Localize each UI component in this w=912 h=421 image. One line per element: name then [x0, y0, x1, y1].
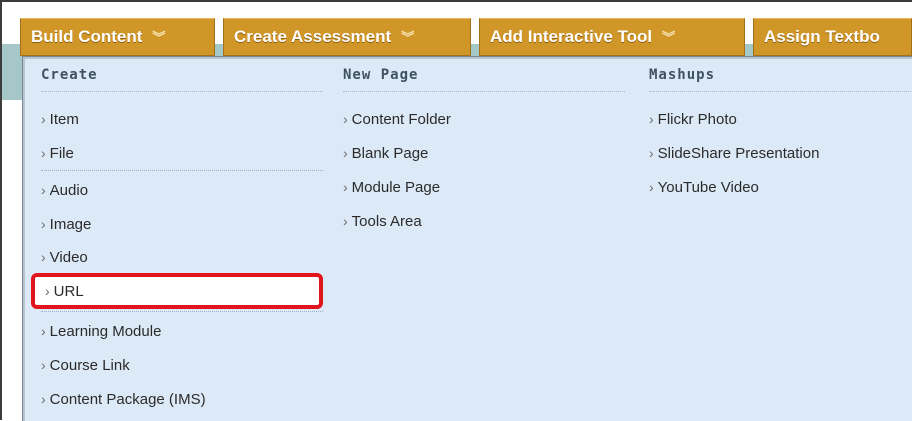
- content-toolbar: Build Content ︾ Create Assessment ︾ Add …: [20, 18, 912, 56]
- create-assessment-label: Create Assessment: [234, 27, 392, 46]
- menu-item-label: Course Link: [49, 357, 130, 374]
- assign-textbook-label: Assign Textbo: [764, 27, 880, 46]
- chevron-right-icon: ›: [41, 111, 46, 127]
- chevron-right-icon: ›: [343, 111, 348, 127]
- menu-item-module-page[interactable]: › Module Page: [343, 170, 625, 204]
- divider: [41, 170, 323, 171]
- menu-item-slideshare[interactable]: › SlideShare Presentation: [649, 136, 911, 170]
- menu-item-label: Content Folder: [351, 111, 451, 128]
- menu-item-label: Module Page: [351, 179, 441, 196]
- menu-item-flickr-photo[interactable]: › Flickr Photo: [649, 102, 911, 136]
- chevron-right-icon: ›: [41, 182, 46, 198]
- chevron-right-icon: ›: [41, 323, 46, 339]
- chevron-right-icon: ›: [41, 145, 46, 161]
- menu-item-label: Video: [49, 249, 88, 266]
- chevron-right-icon: ›: [45, 283, 50, 299]
- add-interactive-tool-tab[interactable]: Add Interactive Tool ︾: [479, 18, 745, 56]
- double-chevron-down-icon: ︾: [401, 29, 414, 45]
- menu-item-label: SlideShare Presentation: [657, 145, 820, 162]
- menu-item-label: URL: [53, 283, 84, 300]
- assign-textbook-tab[interactable]: Assign Textbo: [753, 18, 912, 56]
- menu-item-video[interactable]: › Video: [41, 241, 323, 273]
- new-page-heading: New Page: [343, 57, 625, 92]
- chevron-right-icon: ›: [343, 145, 348, 161]
- double-chevron-down-icon: ︾: [662, 29, 675, 45]
- divider: [41, 311, 323, 312]
- menu-item-youtube-video[interactable]: › YouTube Video: [649, 170, 911, 204]
- new-page-column: New Page › Content Folder › Blank Page › Mo…: [343, 57, 625, 238]
- chevron-right-icon: ›: [41, 216, 46, 232]
- build-content-tab[interactable]: Build Content ︾: [20, 18, 215, 56]
- menu-item-label: YouTube Video: [657, 179, 759, 196]
- menu-item-label: Audio: [49, 182, 89, 199]
- build-content-dropdown: Create › Item › File › Audio › Image › Video …: [22, 56, 912, 421]
- menu-item-label: Flickr Photo: [657, 111, 737, 128]
- menu-item-label: Tools Area: [351, 213, 422, 230]
- menu-item-label: Blank Page: [351, 145, 429, 162]
- menu-item-tools-area[interactable]: › Tools Area: [343, 204, 625, 238]
- create-heading: Create: [41, 57, 323, 92]
- menu-item-image[interactable]: › Image: [41, 207, 323, 241]
- add-interactive-tool-label: Add Interactive Tool: [490, 27, 653, 46]
- menu-item-label: Image: [49, 216, 92, 233]
- double-chevron-down-icon: ︾: [152, 29, 165, 45]
- menu-item-course-link[interactable]: › Course Link: [41, 348, 323, 382]
- menu-item-label: Item: [49, 111, 79, 128]
- menu-item-label: File: [49, 145, 74, 162]
- menu-item-file[interactable]: › File: [41, 136, 323, 170]
- chevron-right-icon: ›: [41, 391, 46, 407]
- menu-item-item[interactable]: › Item: [41, 102, 323, 136]
- create-column: Create › Item › File › Audio › Image › Video …: [31, 57, 323, 416]
- menu-item-label: Content Package (IMS): [49, 391, 206, 408]
- build-content-label: Build Content: [31, 27, 143, 46]
- chevron-right-icon: ›: [41, 249, 46, 265]
- menu-item-content-package[interactable]: › Content Package (IMS): [41, 382, 323, 416]
- chevron-right-icon: ›: [343, 179, 348, 195]
- menu-item-url[interactable]: › URL: [31, 273, 323, 309]
- chevron-right-icon: ›: [649, 179, 654, 195]
- menu-item-learning-module[interactable]: › Learning Module: [41, 314, 323, 348]
- mashups-column: Mashups › Flickr Photo › SlideShare Presen…: [649, 57, 911, 204]
- menu-item-content-folder[interactable]: › Content Folder: [343, 102, 625, 136]
- create-assessment-tab[interactable]: Create Assessment ︾: [223, 18, 471, 56]
- mashups-heading: Mashups: [649, 57, 911, 92]
- chevron-right-icon: ›: [649, 111, 654, 127]
- menu-item-blank-page[interactable]: › Blank Page: [343, 136, 625, 170]
- chevron-right-icon: ›: [343, 213, 348, 229]
- chevron-right-icon: ›: [649, 145, 654, 161]
- menu-item-label: Learning Module: [49, 323, 162, 340]
- chevron-right-icon: ›: [41, 357, 46, 373]
- menu-item-audio[interactable]: › Audio: [41, 173, 323, 207]
